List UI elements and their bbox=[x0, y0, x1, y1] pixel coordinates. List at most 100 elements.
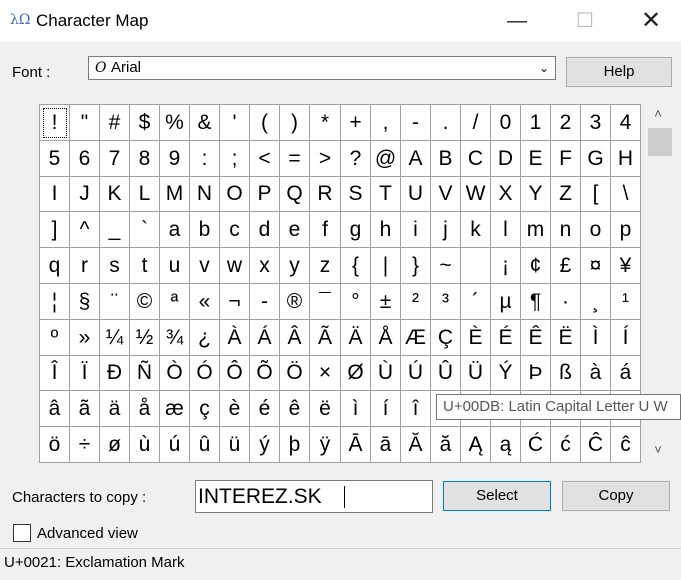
character-cell[interactable]: É bbox=[491, 320, 521, 356]
character-cell[interactable]: à bbox=[581, 356, 611, 391]
character-cell[interactable]: ° bbox=[341, 284, 371, 320]
character-cell[interactable]: r bbox=[70, 248, 100, 284]
character-cell[interactable]: Î bbox=[40, 356, 70, 391]
character-cell[interactable]: 0 bbox=[491, 105, 521, 141]
character-cell[interactable]: T bbox=[371, 177, 401, 212]
character-cell[interactable]: Õ bbox=[250, 356, 280, 391]
character-cell[interactable]: 8 bbox=[130, 141, 160, 177]
character-cell[interactable]: Â bbox=[280, 320, 310, 356]
character-cell[interactable]: Å bbox=[371, 320, 401, 356]
character-cell[interactable]: ß bbox=[551, 356, 581, 391]
character-cell[interactable]: ú bbox=[160, 427, 190, 463]
character-cell[interactable]: Ĉ bbox=[581, 427, 611, 463]
character-cell[interactable]: # bbox=[100, 105, 130, 141]
character-cell[interactable]: ; bbox=[220, 141, 250, 177]
character-cell[interactable]: ¨ bbox=[100, 284, 130, 320]
character-cell[interactable]: ` bbox=[130, 212, 160, 248]
character-cell[interactable]: B bbox=[431, 141, 461, 177]
character-cell[interactable]: ¬ bbox=[220, 284, 250, 320]
character-cell[interactable]: ¦ bbox=[40, 284, 70, 320]
character-cell[interactable]: ¢ bbox=[521, 248, 551, 284]
character-cell[interactable]: ù bbox=[130, 427, 160, 463]
character-cell[interactable]: q bbox=[40, 248, 70, 284]
character-cell[interactable]: ³ bbox=[431, 284, 461, 320]
character-cell[interactable]: ] bbox=[40, 212, 70, 248]
character-cell[interactable]: b bbox=[190, 212, 220, 248]
character-cell[interactable]: ë bbox=[310, 391, 341, 427]
character-cell[interactable]: ± bbox=[371, 284, 401, 320]
character-cell[interactable]: _ bbox=[100, 212, 130, 248]
character-cell[interactable]: [ bbox=[581, 177, 611, 212]
character-cell[interactable]: I bbox=[40, 177, 70, 212]
character-cell[interactable]: Ð bbox=[100, 356, 130, 391]
character-cell[interactable]: $ bbox=[130, 105, 160, 141]
character-cell[interactable]: U bbox=[401, 177, 431, 212]
character-cell[interactable]: Ï bbox=[70, 356, 100, 391]
character-cell[interactable]: n bbox=[551, 212, 581, 248]
character-cell[interactable]: : bbox=[190, 141, 220, 177]
character-cell[interactable]: u bbox=[160, 248, 190, 284]
character-cell[interactable]: ¯ bbox=[310, 284, 341, 320]
character-cell[interactable]: M bbox=[160, 177, 190, 212]
character-cell[interactable]: Ā bbox=[341, 427, 371, 463]
character-cell[interactable]: 7 bbox=[100, 141, 130, 177]
character-cell[interactable]: Ą bbox=[461, 427, 491, 463]
character-cell[interactable]: ª bbox=[160, 284, 190, 320]
character-cell[interactable]: Ö bbox=[280, 356, 310, 391]
character-cell[interactable]: F bbox=[551, 141, 581, 177]
character-cell[interactable]: þ bbox=[280, 427, 310, 463]
character-cell[interactable]: ĉ bbox=[611, 427, 641, 463]
character-cell[interactable]: Ê bbox=[521, 320, 551, 356]
scroll-up-icon[interactable]: ˄ bbox=[646, 106, 670, 122]
character-cell[interactable]: Ò bbox=[160, 356, 190, 391]
character-cell[interactable]: ! bbox=[40, 105, 70, 141]
character-cell[interactable]: ' bbox=[220, 105, 250, 141]
character-cell[interactable]: 2 bbox=[551, 105, 581, 141]
character-cell[interactable]: Ý bbox=[491, 356, 521, 391]
character-cell[interactable]: ý bbox=[250, 427, 280, 463]
character-cell[interactable]: » bbox=[70, 320, 100, 356]
character-cell[interactable]: @ bbox=[371, 141, 401, 177]
character-cell[interactable]: è bbox=[220, 391, 250, 427]
character-cell[interactable]: î bbox=[401, 391, 431, 427]
character-cell[interactable]: R bbox=[310, 177, 341, 212]
character-cell[interactable]: , bbox=[371, 105, 401, 141]
character-cell[interactable]: 6 bbox=[70, 141, 100, 177]
character-cell[interactable]: K bbox=[100, 177, 130, 212]
character-cell[interactable]: ã bbox=[70, 391, 100, 427]
character-cell[interactable]: X bbox=[491, 177, 521, 212]
character-cell[interactable]: Ã bbox=[310, 320, 341, 356]
character-cell[interactable]: Ñ bbox=[130, 356, 160, 391]
character-cell[interactable]: ì bbox=[341, 391, 371, 427]
scroll-thumb[interactable] bbox=[648, 128, 672, 156]
character-cell[interactable]: + bbox=[341, 105, 371, 141]
character-cell[interactable]: ) bbox=[280, 105, 310, 141]
character-cell[interactable]: w bbox=[220, 248, 250, 284]
character-cell[interactable]: ă bbox=[431, 427, 461, 463]
character-cell[interactable]: ¸ bbox=[581, 284, 611, 320]
character-cell[interactable]: Û bbox=[431, 356, 461, 391]
minimize-button[interactable]: — bbox=[494, 0, 540, 42]
character-cell[interactable]: ¤ bbox=[581, 248, 611, 284]
character-cell[interactable]: E bbox=[521, 141, 551, 177]
character-cell[interactable]: ¶ bbox=[521, 284, 551, 320]
advanced-view-label[interactable]: Advanced view bbox=[37, 525, 138, 542]
character-cell[interactable]: 4 bbox=[611, 105, 641, 141]
character-cell[interactable]: Ø bbox=[341, 356, 371, 391]
character-cell[interactable]: º bbox=[40, 320, 70, 356]
character-cell[interactable]: é bbox=[250, 391, 280, 427]
character-cell[interactable]: a bbox=[160, 212, 190, 248]
character-cell[interactable]: Ú bbox=[401, 356, 431, 391]
character-cell[interactable]: æ bbox=[160, 391, 190, 427]
character-cell[interactable]: c bbox=[220, 212, 250, 248]
character-cell[interactable]: N bbox=[190, 177, 220, 212]
character-cell[interactable]: A bbox=[401, 141, 431, 177]
character-cell[interactable]: e bbox=[280, 212, 310, 248]
character-cell[interactable]: í bbox=[371, 391, 401, 427]
character-cell[interactable]: ą bbox=[491, 427, 521, 463]
character-cell[interactable]: % bbox=[160, 105, 190, 141]
character-cell[interactable]: P bbox=[250, 177, 280, 212]
character-cell[interactable]: û bbox=[190, 427, 220, 463]
character-cell[interactable]: J bbox=[70, 177, 100, 212]
character-cell[interactable]: Í bbox=[611, 320, 641, 356]
